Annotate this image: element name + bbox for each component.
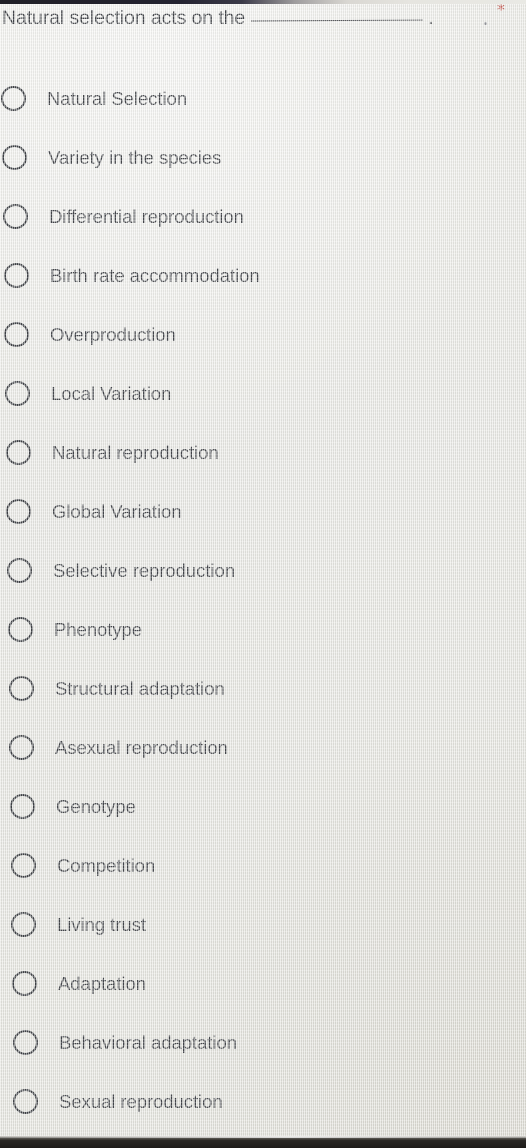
answer-options-list: Natural Selection Variety in the species D…	[0, 69, 526, 1131]
radio-button-icon[interactable]	[4, 322, 29, 347]
radio-button-icon[interactable]	[7, 558, 32, 583]
answer-option[interactable]: Overproduction	[0, 305, 526, 364]
radio-button-icon[interactable]	[1, 86, 26, 111]
answer-option-label: Variety in the species	[48, 146, 222, 168]
radio-button-icon[interactable]	[9, 676, 34, 701]
radio-button-icon[interactable]	[11, 912, 36, 937]
answer-option-label: Living trust	[57, 913, 146, 935]
required-asterisk-icon: *	[497, 0, 505, 19]
radio-button-icon[interactable]	[10, 794, 35, 819]
answer-option[interactable]: Natural Selection	[0, 69, 526, 128]
answer-option[interactable]: Natural reproduction	[0, 423, 526, 482]
answer-option-label: Selective reproduction	[53, 559, 235, 581]
answer-option[interactable]: Adaptation	[0, 954, 526, 1013]
answer-option-label: Competition	[57, 854, 156, 876]
answer-option-label: Phenotype	[54, 618, 143, 640]
answer-option[interactable]: Competition	[0, 836, 526, 895]
answer-option[interactable]: Local Variation	[0, 364, 526, 423]
answer-option[interactable]: Living trust	[0, 895, 526, 954]
radio-button-icon[interactable]	[2, 145, 27, 170]
answer-option-label: Adaptation	[58, 972, 146, 994]
radio-button-icon[interactable]	[11, 853, 36, 878]
answer-option-label: Structural adaptation	[55, 677, 225, 699]
answer-option[interactable]: Global Variation	[0, 482, 526, 541]
question-prompt: Natural selection acts on the .	[2, 7, 522, 30]
answer-option-label: Local Variation	[51, 382, 172, 404]
question-text: Natural selection acts on the	[2, 7, 246, 29]
radio-button-icon[interactable]	[13, 1030, 38, 1055]
radio-button-icon[interactable]	[12, 971, 37, 996]
answer-option[interactable]: Selective reproduction	[0, 541, 526, 600]
answer-option-label: Natural reproduction	[52, 441, 219, 463]
radio-button-icon[interactable]	[13, 1089, 38, 1114]
screen-speck	[484, 22, 487, 25]
device-bezel-top	[0, 0, 526, 4]
answer-option[interactable]: Asexual reproduction	[0, 718, 526, 777]
answer-option[interactable]: Differential reproduction	[0, 187, 526, 246]
answer-option-label: Global Variation	[52, 500, 182, 522]
question-blank	[251, 19, 424, 22]
answer-option-label: Sexual reproduction	[59, 1090, 223, 1112]
answer-option[interactable]: Behavioral adaptation	[0, 1013, 526, 1072]
radio-button-icon[interactable]	[6, 440, 31, 465]
answer-option-label: Natural Selection	[47, 87, 188, 109]
answer-option[interactable]: Genotype	[0, 777, 526, 836]
radio-button-icon[interactable]	[8, 617, 33, 642]
radio-button-icon[interactable]	[6, 499, 31, 524]
answer-option-label: Overproduction	[50, 323, 176, 345]
answer-option-label: Behavioral adaptation	[59, 1031, 237, 1053]
quiz-content: Natural selection acts on the . * Natura…	[0, 0, 526, 1148]
radio-button-icon[interactable]	[5, 381, 30, 406]
answer-option[interactable]: Variety in the species	[0, 128, 526, 187]
answer-option-label: Asexual reproduction	[55, 736, 228, 758]
radio-button-icon[interactable]	[4, 263, 29, 288]
answer-option-label: Birth rate accommodation	[50, 264, 260, 286]
radio-button-icon[interactable]	[3, 204, 28, 229]
quiz-screen: Natural selection acts on the . * Natura…	[0, 0, 526, 1148]
radio-button-icon[interactable]	[9, 735, 34, 760]
question-period: .	[428, 7, 434, 29]
answer-option-label: Genotype	[56, 795, 136, 817]
answer-option[interactable]: Sexual reproduction	[0, 1072, 526, 1131]
answer-option[interactable]: Structural adaptation	[0, 659, 526, 718]
answer-option[interactable]: Phenotype	[0, 600, 526, 659]
device-bezel-bottom	[0, 1136, 526, 1148]
answer-option-label: Differential reproduction	[49, 205, 244, 227]
answer-option[interactable]: Birth rate accommodation	[0, 246, 526, 305]
